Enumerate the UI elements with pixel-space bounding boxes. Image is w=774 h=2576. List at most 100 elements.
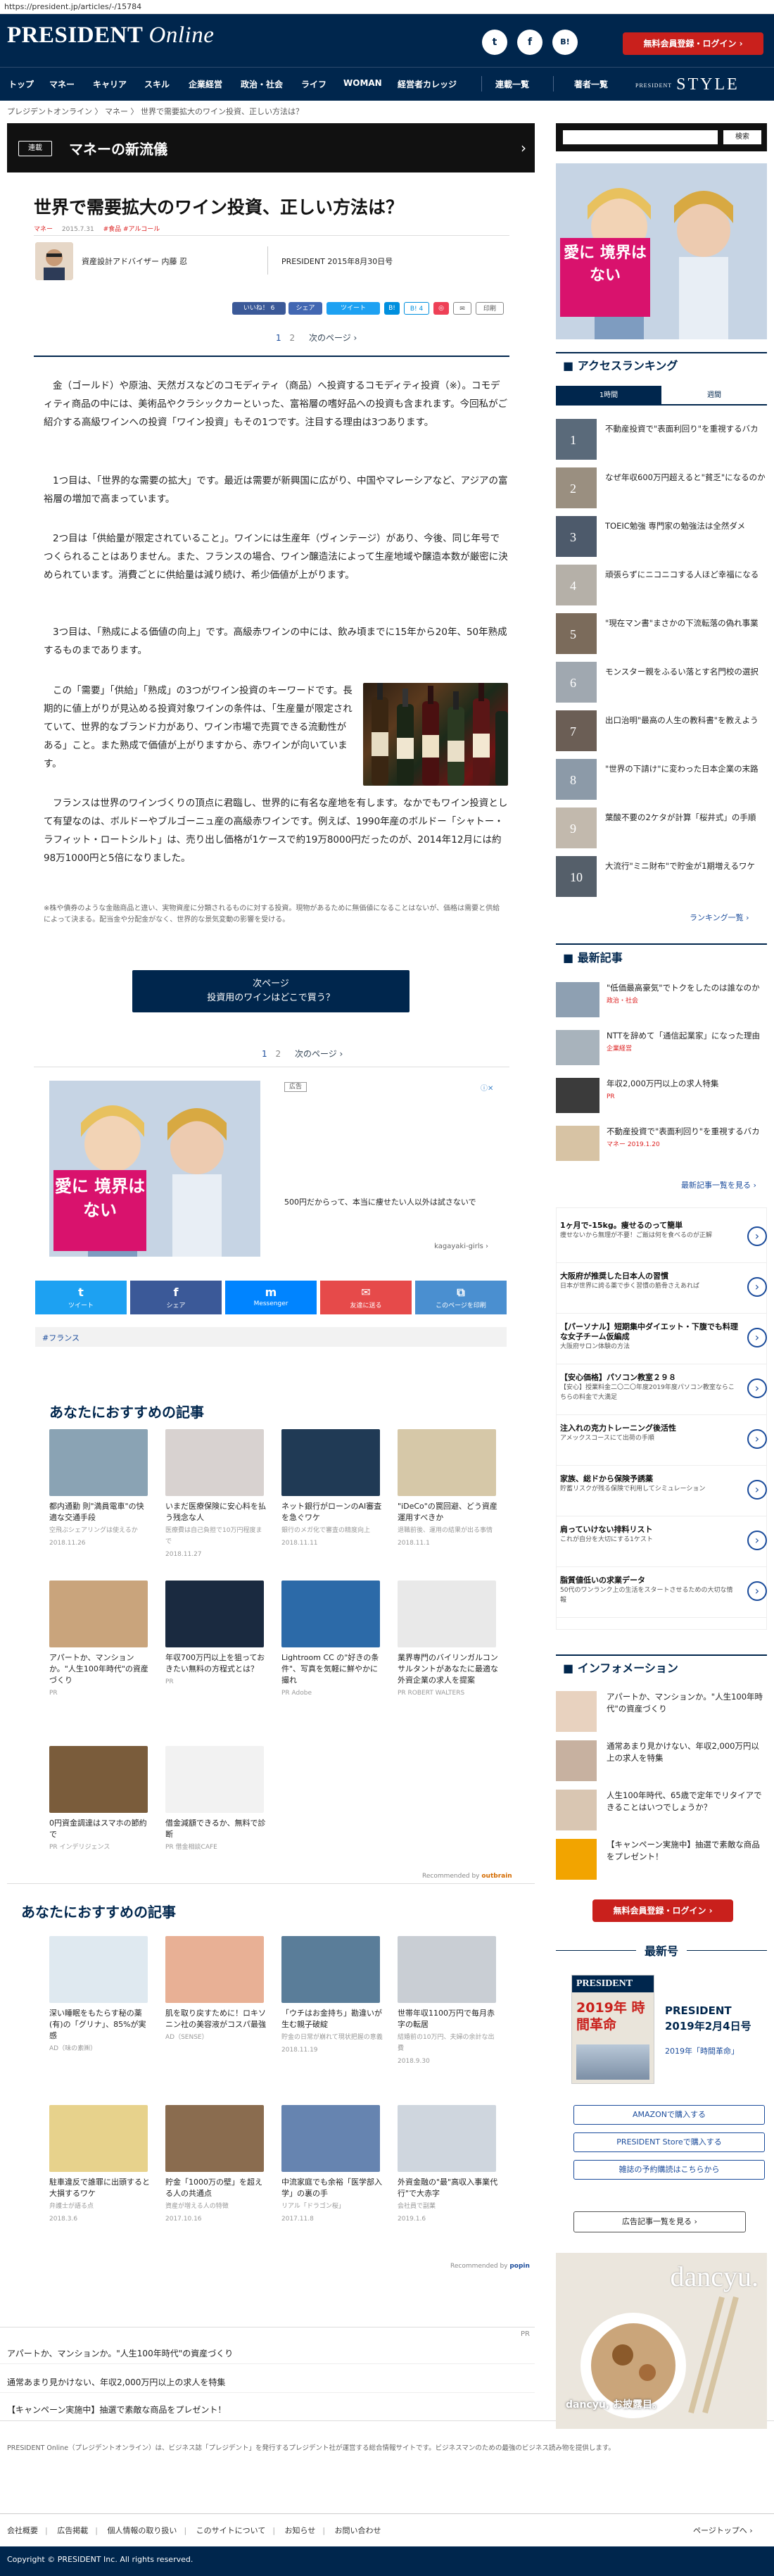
- sidebar-ad-entry[interactable]: 【安心価格】パソコン教室２９８ 【安心】授業料金二〇二〇年度2019年度パソコン教…: [556, 1370, 767, 1415]
- nav-politics[interactable]: 政治・社会: [241, 78, 283, 90]
- news-item[interactable]: NTTを辞めて「通信起業家」になった理由 企業経営: [556, 1030, 767, 1072]
- nav-series-list[interactable]: 連載一覧: [495, 78, 529, 90]
- recommend-thumbnail[interactable]: [398, 2105, 496, 2172]
- pocket-button[interactable]: ◎: [433, 302, 449, 315]
- ranking-item[interactable]: 1 不動産投資で"表面利回り"を重視するバカ: [556, 419, 767, 461]
- info-item[interactable]: 人生100年時代、65歳で定年でリタイアできることはいつでしょうか？: [556, 1790, 767, 1833]
- nav-top[interactable]: トップ: [8, 78, 34, 90]
- recommend-thumbnail[interactable]: [165, 1936, 264, 2003]
- tweet-button[interactable]: ツイート: [326, 302, 380, 315]
- chevron-right-icon[interactable]: ›: [747, 1328, 767, 1347]
- recommend-thumbnail[interactable]: [281, 2105, 380, 2172]
- messenger-share-large[interactable]: m Messenger: [225, 1281, 317, 1314]
- info-item[interactable]: 通常あまり見かけない、年収2,000万円以上の求人を特集: [556, 1740, 767, 1784]
- page-1[interactable]: 1: [262, 1049, 267, 1059]
- site-logo[interactable]: PRESIDENT Online: [7, 23, 214, 49]
- nav-money[interactable]: マネー: [49, 78, 75, 90]
- info-item[interactable]: アパートか、マンションか。"人生100年時代"の資産づくり: [556, 1691, 767, 1735]
- twitter-icon[interactable]: t: [482, 30, 507, 55]
- recommend-thumbnail[interactable]: [49, 1429, 148, 1496]
- nav-skill[interactable]: スキル: [144, 78, 170, 90]
- nav-college[interactable]: 経営者カレッジ: [398, 78, 457, 90]
- recommend-item[interactable]: 深い睡眠をもたらす秘の薬(有)の「グリナ」、85%が実感 AD（味の素㈱）: [49, 2008, 151, 2054]
- magazine-date[interactable]: PRESIDENT 2019年2月4日号: [665, 2003, 763, 2034]
- footer-link-news[interactable]: お知らせ: [285, 2526, 316, 2535]
- recommend-item[interactable]: Lightroom CC の"好きの条件"、写真を気軽に鮮やかに撮れ PR Ado…: [281, 1652, 383, 1699]
- info-item[interactable]: 【キャンペーン実施中】抽選で素敵な商品をプレゼント！: [556, 1839, 767, 1883]
- ranking-item[interactable]: 2 なぜ年収600万円超えると"貧乏"になるのか: [556, 467, 767, 510]
- recommend-thumbnail[interactable]: [165, 2105, 264, 2172]
- ranking-item[interactable]: 10 大流行"ミニ財布"で貯金が1期増えるワケ: [556, 856, 767, 898]
- adchoices-icon[interactable]: ⓘ✕: [481, 1082, 493, 1093]
- recommend-thumbnail[interactable]: [165, 1581, 264, 1647]
- footer-link-about[interactable]: このサイトについて: [196, 2526, 266, 2535]
- facebook-icon[interactable]: f: [517, 30, 543, 55]
- recommend-thumbnail[interactable]: [398, 1581, 496, 1647]
- print-button[interactable]: 印刷: [476, 302, 504, 315]
- recommend-item[interactable]: いまだ医療保険に安心料を払う残念な人 医療費は自己負担で10万円程度まで 2018.…: [165, 1501, 267, 1560]
- url-bar[interactable]: https://president.jp/articles/-/15784: [0, 0, 774, 14]
- nav-woman[interactable]: WOMAN: [343, 78, 382, 88]
- pr-link-3[interactable]: 【キャンペーン実施中】抽選で素敵な商品をプレゼント！: [7, 2404, 226, 2415]
- chevron-right-icon[interactable]: ›: [747, 1429, 767, 1449]
- sidebar-ad-entry[interactable]: 家族、総ドから保険予誘薬 貯蓄リスクが残る保険で利用してシミュレーション ›: [556, 1471, 767, 1516]
- recommend-thumbnail[interactable]: [49, 2105, 148, 2172]
- recommend-thumbnail[interactable]: [281, 1936, 380, 2003]
- ranking-item[interactable]: 9 葉酸不要の2ケタが計算「桜井式」の手順: [556, 808, 767, 850]
- sidebar-ad-entry[interactable]: 脂質値低いの求業データ 50代のワンランク上の生活をスタートさせるための大切な情報…: [556, 1573, 767, 1618]
- chevron-right-icon[interactable]: ›: [747, 1277, 767, 1297]
- president-style-logo[interactable]: PRESIDENT STYLE: [635, 75, 774, 94]
- signup-login-button[interactable]: 無料会員登録・ログイン ›: [623, 32, 763, 55]
- footer-link-contact[interactable]: お問い合わせ: [335, 2526, 381, 2535]
- magazine-cover[interactable]: PRESIDENT 2019年 時間革命: [571, 1975, 654, 2084]
- hatena-button[interactable]: B!: [384, 302, 400, 315]
- pr-link-2[interactable]: 通常あまり見かけない、年収2,000万円以上の求人を特集: [7, 2376, 225, 2388]
- recommend-item[interactable]: 都内通勤 則"満員電車"の快適な交通手段 空飛ぶシェアリングは使えるか 2018.1…: [49, 1501, 151, 1549]
- recommend-item[interactable]: 駐車違反で誰罪に出頭すると大損するワケ 弁護士が語る点 2018.3.6: [49, 2177, 151, 2225]
- recommend-item[interactable]: "iDeCo"の罠回避、どう資産運用すべきか 退職前後、運用の結果が出る事情 201…: [398, 1501, 500, 1549]
- news-item[interactable]: 不動産投資で"表面利回り"を重視するバカ マネー 2019.1.20: [556, 1126, 767, 1168]
- recommend-thumbnail[interactable]: [281, 1581, 380, 1647]
- recommend-item[interactable]: 世帯年収1100万円で毎月赤字の転居 結婚前の10万円、夫婦の余計な出費 2018.…: [398, 2008, 500, 2067]
- recommend-item[interactable]: 年収700万円以上を狙っておきたい無料の方程式とは？ PR: [165, 1652, 267, 1688]
- nav-author-list[interactable]: 著者一覧: [574, 78, 608, 90]
- nav-life[interactable]: ライフ: [301, 78, 326, 90]
- footer-link-company[interactable]: 会社概要: [7, 2526, 38, 2535]
- page-top-link[interactable]: ページトップへ ›: [693, 2525, 753, 2536]
- ranking-item[interactable]: 4 頑張らずにニコニコする人ほど幸福になる: [556, 565, 767, 607]
- ranking-item[interactable]: 8 "世界の下請け"に変わった日本企業の末路: [556, 759, 767, 801]
- facebook-share-large[interactable]: f シェア: [130, 1281, 222, 1314]
- news-more-link[interactable]: 最新記事一覧を見る ›: [681, 1179, 756, 1190]
- pr-link-1[interactable]: アパートか、マンションか。"人生100年時代"の資産づくり: [7, 2347, 233, 2359]
- next-page-link[interactable]: 次のページ ›: [309, 333, 357, 343]
- recommended-by[interactable]: Recommended by outbrain: [422, 1873, 512, 1880]
- ad-articles-button[interactable]: 広告記事一覧を見る ›: [573, 2211, 746, 2232]
- recommend-thumbnail[interactable]: [165, 1746, 264, 1813]
- buy-store-button[interactable]: PRESIDENT Storeで購入する: [573, 2132, 765, 2152]
- recommend-thumbnail[interactable]: [49, 1936, 148, 2003]
- chevron-right-icon[interactable]: ›: [521, 139, 526, 156]
- sidebar-ad-entry[interactable]: 大阪府が推奨した日本人の習慣 日本が世界に誇る薬で歩く習慣の筋骨さえあれば ›: [556, 1269, 767, 1314]
- chevron-right-icon[interactable]: ›: [747, 1531, 767, 1550]
- series-title[interactable]: マネーの新流儀: [69, 138, 167, 158]
- footer-link-privacy[interactable]: 個人情報の取り扱い: [107, 2526, 177, 2535]
- recommend-item[interactable]: 「ウチはお金持ち」勘違いが生む親子破綻 貯金の日常が崩れて現状把握の意義 2018.…: [281, 2008, 383, 2056]
- facebook-like-button[interactable]: いいね！ 6: [232, 302, 286, 315]
- tag-chip[interactable]: #フランス: [35, 1327, 507, 1347]
- dancyu-ad[interactable]: dancyu. dancyu, お披露目。: [556, 2253, 767, 2429]
- recommend-item[interactable]: 借金減額できるか、無料で診断 PR 借金相談CAFE: [165, 1818, 267, 1853]
- sidebar-ad-entry[interactable]: 1ヶ月で-15kg。痩せるのって簡単 痩せないから無理が不要！ご飯は何を食べるのが…: [556, 1218, 767, 1263]
- search-button[interactable]: 検索: [723, 130, 761, 144]
- recommend-thumbnail[interactable]: [281, 1429, 380, 1496]
- next-page-button[interactable]: 次ページ 投資用のワインはどこで買う？: [132, 970, 410, 1012]
- chevron-right-icon[interactable]: ›: [747, 1226, 767, 1246]
- ranking-tab-weekly[interactable]: 週間: [661, 386, 767, 406]
- news-item[interactable]: "低価最高豪気"でトクをしたのは誰なのか 政治・社会: [556, 982, 767, 1024]
- recommend-item[interactable]: 肌を取り戻すために！ロキソニン社の美容液がコスパ最強 AD（SENSE）: [165, 2008, 267, 2043]
- nav-management[interactable]: 企業経営: [189, 78, 222, 90]
- author-name[interactable]: 資産設計アドバイザー 内藤 忍: [82, 256, 187, 267]
- next-page-link[interactable]: 次のページ ›: [295, 1049, 343, 1059]
- ranking-item[interactable]: 5 "現在マン書"まさかの下流転落の偽れ事業: [556, 613, 767, 655]
- recommended-by-2[interactable]: Recommended by popin: [450, 2263, 530, 2270]
- facebook-share-button[interactable]: シェア: [288, 302, 322, 315]
